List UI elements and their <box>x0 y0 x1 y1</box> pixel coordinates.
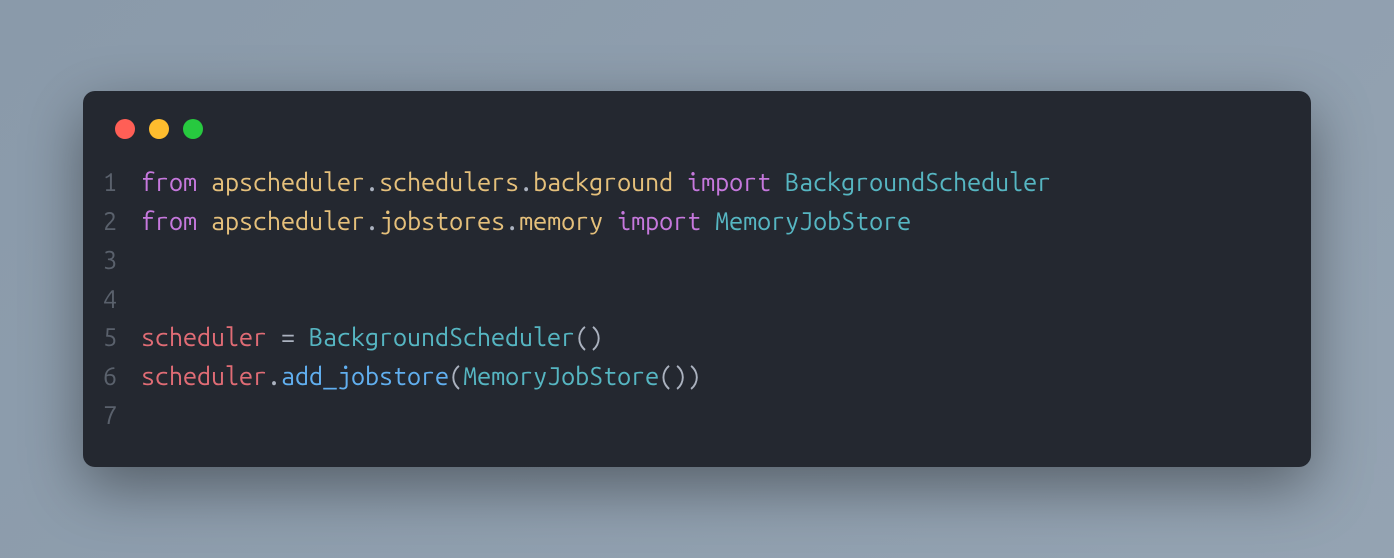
code-line: 3 <box>83 241 1311 280</box>
code-line: 5 scheduler = BackgroundScheduler() <box>83 318 1311 357</box>
line-number: 5 <box>83 318 141 357</box>
class-name: MemoryJobStore <box>715 207 911 235</box>
dot: . <box>505 207 519 235</box>
line-number: 3 <box>83 241 141 280</box>
module: memory <box>519 207 603 235</box>
code-content: scheduler.add_jobstore(MemoryJobStore()) <box>141 357 701 396</box>
window-titlebar <box>83 119 1311 163</box>
keyword-from: from <box>141 168 197 196</box>
module: apscheduler <box>211 207 365 235</box>
code-block: 1 from apscheduler.schedulers.background… <box>83 163 1311 434</box>
code-line: 2 from apscheduler.jobstores.memory impo… <box>83 202 1311 241</box>
class-name: BackgroundScheduler <box>785 168 1051 196</box>
dot: . <box>365 168 379 196</box>
code-line: 7 <box>83 396 1311 435</box>
minimize-icon[interactable] <box>149 119 169 139</box>
module: jobstores <box>379 207 505 235</box>
keyword-from: from <box>141 207 197 235</box>
close-icon[interactable] <box>115 119 135 139</box>
code-line: 4 <box>83 280 1311 319</box>
line-number: 2 <box>83 202 141 241</box>
code-content <box>141 396 155 435</box>
code-line: 1 from apscheduler.schedulers.background… <box>83 163 1311 202</box>
code-line: 6 scheduler.add_jobstore(MemoryJobStore(… <box>83 357 1311 396</box>
code-content <box>141 280 155 319</box>
module: apscheduler <box>211 168 365 196</box>
line-number: 4 <box>83 280 141 319</box>
zoom-icon[interactable] <box>183 119 203 139</box>
code-content: scheduler = BackgroundScheduler() <box>141 318 603 357</box>
dot: . <box>519 168 533 196</box>
class-name: MemoryJobStore <box>463 362 659 390</box>
line-number: 1 <box>83 163 141 202</box>
code-content <box>141 241 155 280</box>
function-name: add_jobstore <box>281 362 449 390</box>
parens: () <box>575 323 603 351</box>
keyword-import: import <box>617 207 701 235</box>
code-content: from apscheduler.jobstores.memory import… <box>141 202 911 241</box>
code-content: from apscheduler.schedulers.background i… <box>141 163 1051 202</box>
dot: . <box>365 207 379 235</box>
code-window: 1 from apscheduler.schedulers.background… <box>83 91 1311 466</box>
parens: () <box>659 362 687 390</box>
keyword-import: import <box>687 168 771 196</box>
module: schedulers <box>379 168 519 196</box>
dot: . <box>267 362 281 390</box>
class-name: BackgroundScheduler <box>309 323 575 351</box>
line-number: 6 <box>83 357 141 396</box>
operator: = <box>267 323 309 351</box>
module: background <box>533 168 673 196</box>
identifier: scheduler <box>141 362 267 390</box>
identifier: scheduler <box>141 323 267 351</box>
lparen: ( <box>449 362 463 390</box>
rparen: ) <box>687 362 701 390</box>
line-number: 7 <box>83 396 141 435</box>
